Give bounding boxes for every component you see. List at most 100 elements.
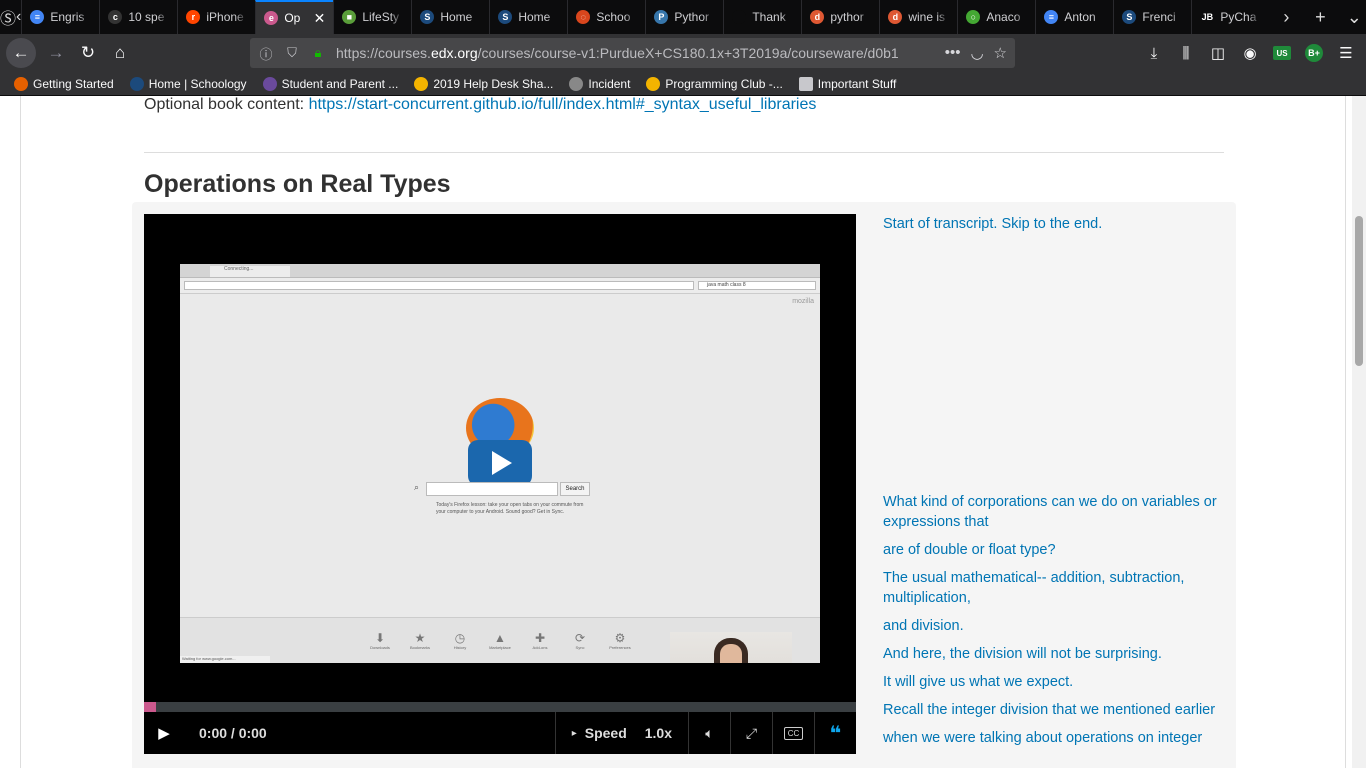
scrollbar-thumb[interactable]: [1355, 216, 1363, 366]
bookmark-label: Student and Parent ...: [281, 76, 399, 91]
tab-list-icon[interactable]: ⌄: [1337, 7, 1366, 28]
account-icon[interactable]: ◉: [1234, 37, 1266, 69]
transcript-toggle-icon[interactable]: ❝: [814, 712, 856, 754]
transcript-skip-link[interactable]: Start of transcript. Skip to the end.: [883, 214, 1102, 234]
speed-button[interactable]: ▸ Speed 1.0x: [554, 712, 688, 754]
browser-tab[interactable]: r iPhone: [177, 0, 255, 34]
transcript-line[interactable]: The usual mathematical-- addition, subtr…: [883, 568, 1223, 608]
page-scrollbar[interactable]: [1352, 96, 1366, 768]
browser-tab[interactable]: ≡ Anton: [1035, 0, 1113, 34]
tab-title: Frenci: [1142, 10, 1176, 24]
big-play-button[interactable]: [468, 440, 532, 486]
bookmark-item[interactable]: Programming Club -...: [640, 76, 788, 91]
browser-tab[interactable]: ≡ Engris: [21, 0, 99, 34]
bookmark-star-icon[interactable]: ☆: [994, 44, 1007, 62]
reload-icon[interactable]: ↻: [72, 37, 104, 69]
transcript-line[interactable]: And here, the division will not be surpr…: [883, 644, 1223, 664]
drive-icon: [646, 76, 661, 91]
browser-tab[interactable]: ○ Anaco: [957, 0, 1035, 34]
blank-icon: [732, 10, 747, 24]
browser-tab[interactable]: S Frenci: [1113, 0, 1191, 34]
address-bar[interactable]: ⓘ ⛉ 🔒︎ https://courses.edx.org/courses/c…: [250, 38, 1015, 68]
navigation-toolbar: ← → ↻ ⌂ ⓘ ⛉ 🔒︎ https://courses.edx.org/c…: [0, 34, 1366, 72]
library-icon[interactable]: ⫼: [1170, 37, 1202, 69]
volume-icon[interactable]: 🔈︎: [688, 712, 730, 754]
extension-sync-icon[interactable]: US: [1266, 37, 1298, 69]
schoology-icon: S: [498, 10, 513, 24]
transcript-line[interactable]: What kind of corporations can we do on v…: [883, 492, 1223, 532]
pocket-icon[interactable]: ◡: [970, 44, 983, 62]
bookmark-item[interactable]: 2019 Help Desk Sha...: [408, 76, 559, 91]
schoology-icon: S: [420, 10, 435, 24]
bookmark-label: Important Stuff: [817, 76, 897, 91]
sidebar-icon[interactable]: ◫: [1202, 37, 1234, 69]
schoology-icon: S: [1122, 10, 1137, 24]
schoology-pinned-tab[interactable]: Ⓢ: [0, 0, 16, 34]
profile-extension-icon[interactable]: B+: [1298, 37, 1330, 69]
browser-tab[interactable]: d pythor: [801, 0, 879, 34]
book-link[interactable]: https://start-concurrent.github.io/full/…: [309, 96, 817, 113]
info-icon[interactable]: ⓘ: [256, 44, 276, 63]
video-player[interactable]: Connecting... java math class 8 mozilla …: [144, 214, 856, 754]
jetbrains-icon: JB: [1200, 10, 1215, 24]
progress-scrubber[interactable]: [144, 702, 156, 712]
bookmark-item[interactable]: Student and Parent ...: [257, 76, 405, 91]
browser-tab[interactable]: S Home: [489, 0, 567, 34]
transcript-line[interactable]: Recall the integer division that we ment…: [883, 700, 1223, 720]
browser-tab[interactable]: ◌ Schoo: [567, 0, 645, 34]
browser-tab[interactable]: e Op ✕: [255, 0, 334, 34]
tab-title: Home: [518, 10, 551, 24]
home-icon[interactable]: ⌂: [104, 37, 136, 69]
browser-tab[interactable]: S Home: [411, 0, 489, 34]
transcript-line[interactable]: It will give us what we expect.: [883, 672, 1223, 692]
video-screen-search-icon: ⌕: [414, 482, 420, 492]
lock-icon[interactable]: 🔒︎: [308, 45, 328, 61]
video-progress-bar[interactable]: [144, 702, 856, 712]
browser-tab[interactable]: P Pythor: [645, 0, 723, 34]
toolbar-right: ⤓ ⫼ ◫ ◉ US B+ ☰: [1138, 37, 1362, 69]
browser-tab[interactable]: JB PyCha: [1191, 0, 1269, 34]
video-screen-toolbar-label: Downloads: [370, 644, 390, 650]
browser-tab[interactable]: c 10 spe: [99, 0, 177, 34]
transcript-line[interactable]: when we were talking about operations on…: [883, 728, 1223, 748]
tab-title: wine is: [908, 10, 946, 24]
video-screen-search-button: Search: [560, 482, 590, 496]
play-icon[interactable]: ▶: [144, 724, 184, 742]
presenter-face: [720, 644, 742, 663]
downloads-icon[interactable]: ⤓: [1138, 37, 1170, 69]
scroll-tabs-right-icon[interactable]: ›: [1269, 7, 1303, 28]
bookmark-item[interactable]: Getting Started: [8, 76, 120, 91]
browser-tab[interactable]: Thank: [723, 0, 801, 34]
tab-title: Engris: [50, 10, 85, 24]
bookmark-label: Incident: [588, 76, 631, 91]
book-label: Optional book content:: [144, 96, 309, 113]
section-divider: [144, 152, 1224, 153]
transcript-panel: Start of transcript. Skip to the end. Wh…: [883, 214, 1223, 768]
video-screen-toolbar-item: ⬇ Downloads: [367, 632, 393, 650]
bookmark-item[interactable]: Important Stuff: [793, 76, 903, 91]
python-icon: P: [654, 10, 669, 24]
tab-title: LifeSty: [362, 10, 400, 24]
optional-book-content: Optional book content: https://start-con…: [144, 96, 816, 114]
bookmark-item[interactable]: Incident: [563, 76, 636, 91]
back-icon[interactable]: ←: [6, 38, 36, 68]
bookmark-item[interactable]: Home | Schoology: [124, 76, 253, 91]
forward-icon[interactable]: →: [40, 37, 72, 69]
transcript-line[interactable]: and division.: [883, 616, 1223, 636]
video-screen-toolbar-label: Preferences: [609, 644, 631, 650]
page-actions-icon[interactable]: •••: [945, 44, 961, 62]
close-tab-icon[interactable]: ✕: [314, 10, 326, 27]
fullscreen-icon[interactable]: ⤢: [730, 712, 772, 754]
menu-icon[interactable]: ☰: [1330, 37, 1362, 69]
closed-captions-icon[interactable]: CC: [772, 712, 814, 754]
browser-tab[interactable]: d wine is: [879, 0, 957, 34]
transcript-line[interactable]: are of double or float type?: [883, 540, 1223, 560]
video-screen-search: java math class 8: [698, 281, 816, 290]
video-controls: ▶ 0:00 / 0:00 ▸ Speed 1.0x 🔈︎ ⤢ CC ❝: [144, 712, 856, 754]
new-tab-icon[interactable]: +: [1303, 7, 1337, 28]
tracking-shield-icon[interactable]: ⛉: [282, 45, 302, 61]
url-text[interactable]: https://courses.edx.org/courses/course-v…: [336, 45, 926, 61]
video-screen-searchbox: ⌕ Search: [414, 482, 590, 496]
browser-tab[interactable]: ■ LifeSty: [333, 0, 411, 34]
tab-title: PyCha: [1220, 10, 1257, 24]
